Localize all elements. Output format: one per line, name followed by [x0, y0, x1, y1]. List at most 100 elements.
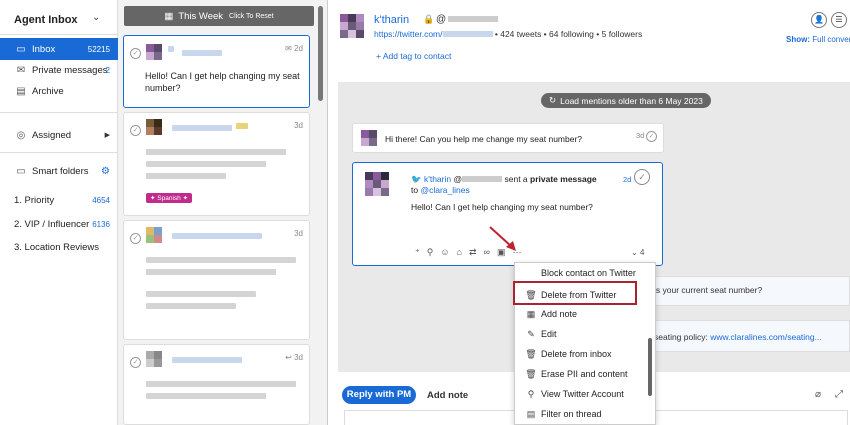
- sidebar-item-label: Assigned: [32, 129, 72, 141]
- handle-text: @: [436, 14, 447, 25]
- add-note-button[interactable]: Add note: [427, 390, 468, 401]
- message-text: Hi there! Can you help me change my seat…: [385, 134, 583, 144]
- recipient-line: to @clara_lines: [411, 185, 470, 195]
- list-item[interactable]: ✓ ✉ 2d Hello! Can I get help changing my…: [123, 35, 310, 108]
- check-icon[interactable]: ✓: [646, 131, 657, 142]
- blurred-text: [172, 233, 262, 239]
- avatar: [146, 44, 162, 60]
- menu-item-label: View Twitter Account: [541, 389, 624, 399]
- preview-line: Hello! Can I get help changing my seat: [145, 71, 300, 81]
- gear-icon[interactable]: ⚙: [101, 166, 110, 177]
- calendar-icon: ▦: [164, 10, 174, 22]
- avatar: [365, 172, 389, 196]
- message-text: seating policy:: [654, 332, 711, 342]
- trash-icon: 🗑: [525, 348, 537, 359]
- blurred-text: [182, 50, 222, 56]
- menu-item-label: Add note: [541, 309, 578, 319]
- avatar: [146, 351, 162, 367]
- message-bubble[interactable]: is your current seat number?: [650, 276, 850, 306]
- message-link[interactable]: www.claralines.com/seating...: [710, 332, 822, 342]
- blurred-text: [146, 257, 296, 263]
- week-label: This Week: [178, 10, 224, 22]
- sidebar-item-assigned[interactable]: ◎ Assigned ▶: [0, 124, 118, 146]
- recipient-handle[interactable]: @clara_lines: [420, 185, 469, 195]
- profile-url[interactable]: https://twitter.com/: [374, 29, 443, 39]
- age-text: 3d: [294, 353, 303, 362]
- blurred-text: [462, 176, 503, 182]
- expand-icon[interactable]: ⤢: [835, 389, 843, 400]
- menu-item-view-twitter-account[interactable]: ⚲ View Twitter Account: [515, 384, 657, 404]
- check-icon[interactable]: ✓: [130, 357, 141, 368]
- menu-item-edit[interactable]: ✎ Edit: [515, 324, 657, 344]
- list-item[interactable]: ✓ ↩ 3d: [123, 344, 310, 425]
- blurred-text: [146, 393, 266, 399]
- show-value: Full conver: [812, 35, 850, 44]
- list-scrollbar[interactable]: [318, 6, 323, 101]
- chevron-down-icon[interactable]: ⌄: [92, 12, 100, 23]
- menu-item-label: Delete from inbox: [541, 349, 612, 359]
- blurred-text: [146, 303, 236, 309]
- check-icon[interactable]: ✓: [130, 233, 141, 244]
- menu-item-label: Erase PII and content: [541, 369, 628, 379]
- menu-item-add-note[interactable]: ▦ Add note: [515, 304, 657, 324]
- tag-icon[interactable]: ⌂: [457, 247, 469, 257]
- user-icon[interactable]: 👤: [811, 12, 827, 28]
- filter-icon: ▤: [526, 408, 536, 419]
- reply-with-pm-button[interactable]: Reply with PM: [342, 386, 416, 404]
- menu-item-delete-from-inbox[interactable]: 🗑 Delete from inbox: [515, 344, 657, 364]
- sidebar-item-archive[interactable]: ▤ Archive: [0, 80, 118, 102]
- age-text: 2d: [294, 44, 303, 53]
- load-older-button[interactable]: ↻ Load mentions older than 6 May 2023: [541, 93, 711, 108]
- sidebar-folder-priority[interactable]: 1. Priority 4654: [0, 189, 118, 211]
- check-icon[interactable]: ✓: [130, 48, 141, 59]
- status-badge: ✦ Spanish ✦: [146, 193, 193, 203]
- author-name[interactable]: k'tharin: [424, 174, 451, 184]
- retweet-icon[interactable]: ⇄: [469, 247, 484, 257]
- menu-item-block-contact[interactable]: Block contact on Twitter: [515, 263, 657, 283]
- menu-item-erase-pii[interactable]: 🗑 Erase PII and content: [515, 364, 657, 384]
- this-week-button[interactable]: ▦ This Week Click To Reset: [124, 6, 314, 26]
- folder-label: 3. Location Reviews: [14, 241, 100, 253]
- assign-icon[interactable]: ⁺⚲: [415, 247, 440, 257]
- message-preview: Hello! Can I get help changing my seat n…: [145, 70, 305, 94]
- add-tag-button[interactable]: + Add tag to contact: [376, 51, 451, 61]
- sidebar-item-inbox[interactable]: ▭ Inbox 52215: [0, 38, 118, 60]
- message-age: ✉ 2d: [285, 44, 303, 53]
- message-bubble[interactable]: Hi there! Can you help me change my seat…: [352, 123, 664, 153]
- inbox-count: 52215: [87, 44, 110, 54]
- folder-count: 6136: [92, 219, 110, 229]
- reply-count[interactable]: ⌄ 4: [631, 248, 644, 257]
- message-age: 3d: [636, 131, 645, 140]
- profile-line: https://twitter.com/ • 424 tweets • 64 f…: [374, 29, 642, 39]
- show-label: Show:: [786, 35, 810, 44]
- emoji-icon[interactable]: ☺: [440, 247, 456, 257]
- menu-item-label: Block contact on Twitter: [541, 268, 636, 278]
- sent-text: sent a: [504, 174, 528, 184]
- trash-icon: 🗑: [525, 368, 537, 379]
- attach-icon[interactable]: ⌀: [815, 389, 821, 400]
- sidebar-folder-vip[interactable]: 2. VIP / Influencer 6136: [0, 213, 118, 235]
- list-item[interactable]: ✓ 3d: [123, 220, 310, 340]
- blurred-text: [146, 149, 286, 155]
- inbox-icon: ▭: [16, 43, 26, 55]
- chevron-down-icon: ⌄: [631, 248, 640, 257]
- avatar: [340, 14, 364, 38]
- show-filter[interactable]: Show: Full conver: [786, 35, 850, 44]
- sidebar-item-label: Archive: [32, 85, 64, 97]
- blurred-text: [172, 125, 232, 131]
- menu-scrollbar[interactable]: [648, 338, 652, 396]
- avatar: [146, 227, 162, 243]
- private-messages-count: 2: [105, 65, 110, 75]
- menu-item-filter-on-thread[interactable]: ▤ Filter on thread: [515, 404, 657, 424]
- preview-line: number?: [145, 83, 181, 93]
- sidebar-folder-location-reviews[interactable]: 3. Location Reviews: [0, 236, 118, 258]
- avatar: [361, 130, 377, 146]
- list-icon[interactable]: ☰: [831, 12, 847, 28]
- list-item[interactable]: ✓ 3d ✦ Spanish ✦: [123, 112, 310, 216]
- message-bubble[interactable]: seating policy: www.claralines.com/seati…: [650, 320, 850, 352]
- check-icon[interactable]: ✓: [130, 125, 141, 136]
- refresh-icon: ↻: [549, 95, 557, 105]
- check-icon[interactable]: ✓: [634, 169, 650, 185]
- sidebar-item-private-messages[interactable]: ✉ Private messages 2: [0, 59, 118, 81]
- contact-name[interactable]: k'tharin: [374, 14, 409, 26]
